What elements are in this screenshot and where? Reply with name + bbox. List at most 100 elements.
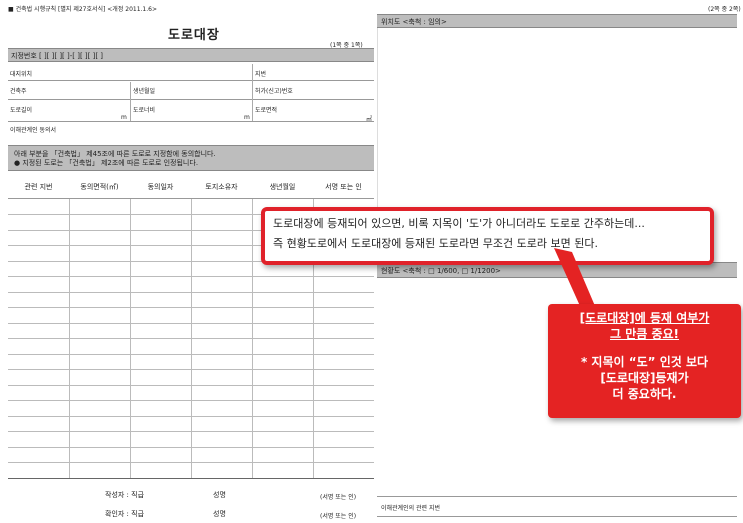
table-cell	[252, 307, 314, 323]
callout-line-1: 도로대장에 등재되어 있으면, 비록 지목이 '도'가 아니더라도 도로로 간주…	[273, 217, 645, 230]
table-cell	[191, 245, 253, 261]
table-cell	[8, 400, 70, 416]
col-sign: 서명 또는 인	[325, 183, 362, 191]
consent-doc-label: 이해관계인 동의서	[10, 127, 57, 134]
table-cell	[252, 416, 314, 431]
table-cell	[313, 432, 374, 447]
road-length-unit: m	[121, 114, 127, 121]
table-cell	[130, 462, 192, 478]
writer-sign: (서명 또는 인)	[320, 494, 357, 501]
table-cell	[130, 369, 192, 385]
table-cell	[130, 292, 192, 307]
table-cell	[313, 416, 374, 431]
table-row	[8, 431, 374, 448]
table-cell	[69, 385, 131, 400]
table-cell	[130, 307, 192, 323]
table-cell	[8, 354, 70, 369]
table-cell	[8, 369, 70, 385]
table-cell	[8, 416, 70, 431]
table-cell	[191, 276, 253, 292]
permit-label: 허가(신고)번호	[255, 88, 293, 95]
table-row	[8, 354, 374, 370]
table-cell	[313, 354, 374, 369]
table-cell	[313, 370, 374, 385]
checker-sign: (서명 또는 인)	[320, 513, 357, 520]
table-cell	[130, 385, 192, 400]
table-cell	[130, 354, 192, 369]
table-cell	[252, 462, 314, 478]
note-line-3: * 지목이 “도” 인것 보다	[580, 355, 709, 369]
table-cell	[69, 369, 131, 385]
col-lot: 관련 지번	[24, 183, 53, 191]
table-cell	[69, 323, 131, 338]
table-cell	[69, 199, 131, 214]
table-cell	[191, 354, 253, 369]
table-row	[8, 276, 374, 293]
table-cell	[69, 354, 131, 369]
table-cell	[313, 308, 374, 323]
table-cell	[8, 261, 70, 276]
checker-name-label: 성명	[213, 510, 226, 518]
page-title: 도로대장	[168, 28, 220, 43]
table-cell	[69, 462, 131, 478]
table-cell	[69, 292, 131, 307]
table-row	[8, 307, 374, 324]
table-cell	[8, 338, 70, 354]
table-cell	[69, 245, 131, 261]
table-cell	[191, 230, 253, 245]
table-row	[8, 400, 374, 417]
note-line-2: 그 만큼 중요!	[609, 327, 680, 341]
table-cell	[8, 214, 70, 230]
table-cell	[8, 431, 70, 447]
table-cell	[313, 323, 374, 338]
table-cell	[252, 447, 314, 462]
birth-label: 생년월일	[133, 88, 156, 95]
road-length-label: 도로길이	[10, 107, 33, 114]
table-cell	[130, 338, 192, 354]
table-cell	[191, 323, 253, 338]
table-row	[8, 385, 374, 401]
table-cell	[130, 276, 192, 292]
col-owner: 토지소유자	[205, 183, 238, 191]
table-cell	[313, 385, 374, 400]
table-cell	[8, 462, 70, 478]
col-birth: 생년월일	[269, 183, 296, 191]
table-cell	[8, 199, 70, 214]
road-area-label: 도로면적	[255, 107, 278, 114]
table-cell	[8, 245, 70, 261]
road-width-label: 도로너비	[133, 107, 156, 114]
table-cell	[130, 447, 192, 462]
page-note-right: (2쪽 중 2쪽)	[708, 6, 741, 13]
table-cell	[252, 385, 314, 400]
table-cell	[8, 307, 70, 323]
location-label: 대지위치	[10, 71, 33, 78]
table-cell	[191, 338, 253, 354]
table-cell	[191, 199, 253, 214]
table-row	[8, 369, 374, 386]
table-cell	[8, 323, 70, 338]
table-cell	[130, 230, 192, 245]
table-cell	[313, 277, 374, 292]
table-cell	[8, 385, 70, 400]
note-line-1: [도로대장]에 등재 여부가	[579, 311, 710, 325]
owner-label: 건축주	[10, 88, 27, 95]
table-cell	[313, 447, 374, 462]
table-cell	[313, 463, 374, 478]
table-cell	[69, 214, 131, 230]
table-cell	[69, 447, 131, 462]
table-cell	[252, 400, 314, 416]
table-cell	[130, 431, 192, 447]
table-cell	[69, 431, 131, 447]
table-cell	[8, 230, 70, 245]
table-cell	[191, 447, 253, 462]
table-cell	[69, 276, 131, 292]
table-cell	[191, 307, 253, 323]
notice-box: 아래 부분을 「건축법」 제45조에 따른 도로로 지정함에 동의합니다. ● …	[8, 145, 374, 171]
table-cell	[191, 462, 253, 478]
table-cell	[130, 214, 192, 230]
writer-label: 작성자 : 직급	[105, 491, 145, 499]
table-cell	[69, 230, 131, 245]
table-cell	[8, 292, 70, 307]
table-cell	[252, 431, 314, 447]
col-date: 동의일자	[147, 183, 174, 191]
